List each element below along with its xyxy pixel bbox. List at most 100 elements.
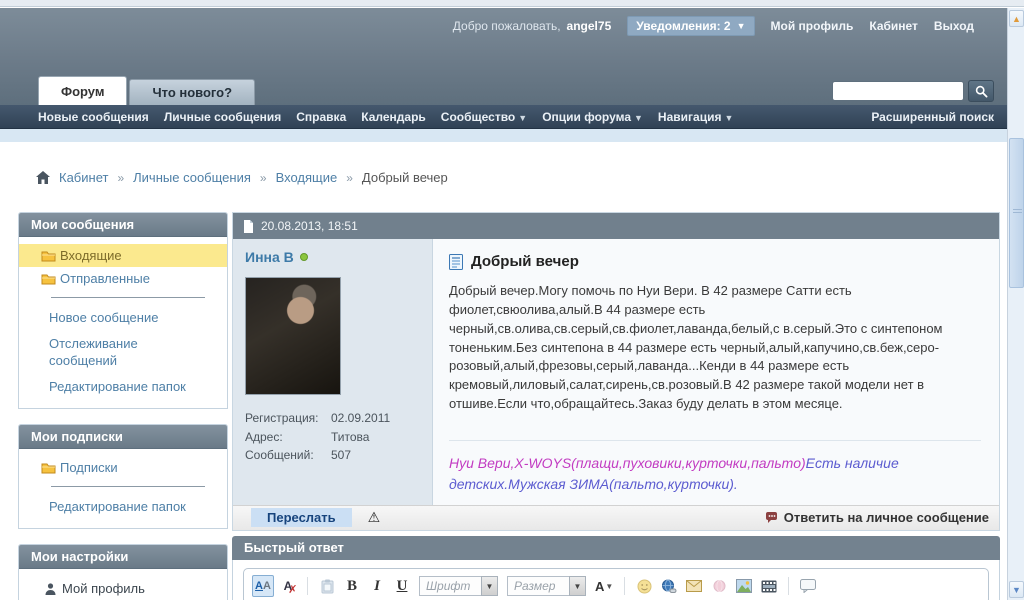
- forward-button[interactable]: Переслать: [251, 508, 352, 528]
- quote-icon[interactable]: [797, 575, 819, 597]
- author-name-row: Инна В: [245, 249, 420, 265]
- font-color-button[interactable]: A ▼: [592, 575, 616, 597]
- message-action-bar: Переслать ⚠ Ответить на личное сообщение: [233, 504, 999, 530]
- message-row: Инна В Регистрация: 02.09.2011 Адрес: Тито…: [233, 239, 999, 505]
- sidebar-block-title: Мои подписки: [19, 425, 227, 449]
- sidebar-item-inbox[interactable]: Входящие: [19, 244, 227, 267]
- breadcrumb-inbox[interactable]: Входящие: [276, 170, 338, 185]
- forum-private-message-page: Добро пожаловать, angel75 Уведомления: 2…: [0, 0, 1024, 600]
- scrollbar-grip: [1013, 209, 1022, 215]
- sidebar-item-sent-label: Отправленные: [60, 271, 150, 286]
- sidebar-link-message-tracking[interactable]: Отслеживание сообщений: [19, 331, 169, 374]
- chevron-down-icon: ▼: [634, 112, 643, 123]
- insert-link-icon[interactable]: [658, 575, 680, 597]
- editor-toolbar: AA A ✗ B I U Шрифт ▼ Размер ▼ A ▼: [252, 575, 980, 597]
- breadcrumb: Кабинет » Личные сообщения » Входящие » …: [36, 170, 448, 185]
- sidebar-link-edit-folders[interactable]: Редактирование папок: [19, 494, 227, 520]
- header-bottom-strip: [0, 129, 1024, 142]
- message-title: Добрый вечер: [471, 253, 579, 270]
- reply-editor[interactable]: AA A ✗ B I U Шрифт ▼ Размер ▼ A ▼: [243, 568, 989, 600]
- sidebar-link-edit-folders[interactable]: Редактирование папок: [19, 374, 227, 400]
- breadcrumb-cabinet[interactable]: Кабинет: [59, 170, 108, 185]
- insert-email-icon[interactable]: [683, 575, 705, 597]
- quick-reply-title: Быстрый ответ: [232, 536, 1000, 560]
- breadcrumb-separator: »: [346, 170, 353, 185]
- font-select-label: Шрифт: [419, 576, 481, 596]
- unlink-icon[interactable]: [708, 575, 730, 597]
- remove-format-button[interactable]: A ✗: [277, 575, 299, 597]
- smiley-icon[interactable]: [633, 575, 655, 597]
- sidebar-item-subscriptions[interactable]: Подписки: [19, 456, 227, 479]
- tab-forum[interactable]: Форум: [38, 76, 128, 105]
- search-button[interactable]: [968, 80, 994, 102]
- reply-link[interactable]: Ответить на личное сообщение: [763, 510, 989, 525]
- breadcrumb-separator: »: [259, 170, 267, 185]
- nav-help[interactable]: Справка: [296, 110, 346, 124]
- main-tabs: Форум Что нового?: [38, 76, 257, 105]
- scrollbar-thumb[interactable]: [1009, 138, 1024, 288]
- italic-button[interactable]: I: [366, 575, 388, 597]
- message-title-row: Добрый вечер: [449, 253, 981, 270]
- sidebar-link-new-message[interactable]: Новое сообщение: [19, 305, 227, 331]
- paste-icon[interactable]: [316, 575, 338, 597]
- size-select[interactable]: Размер ▼: [507, 576, 586, 596]
- insert-image-icon[interactable]: [733, 575, 755, 597]
- message-page-icon: [449, 253, 463, 270]
- nav-community-dropdown[interactable]: Сообщество ▼: [441, 110, 527, 124]
- breadcrumb-private-messages[interactable]: Личные сообщения: [133, 170, 251, 185]
- tab-whats-new[interactable]: Что нового?: [129, 79, 256, 105]
- sidebar-item-sent[interactable]: Отправленные: [19, 267, 227, 290]
- vertical-scrollbar[interactable]: ▲ ▼: [1007, 8, 1024, 600]
- nav-navigation-dropdown[interactable]: Навигация ▼: [658, 110, 733, 124]
- reply-bubble-icon: [763, 511, 778, 524]
- search-area: [832, 80, 994, 102]
- sidebar-item-my-profile-label: Мой профиль: [62, 581, 145, 597]
- scroll-down-icon[interactable]: ▼: [1009, 581, 1024, 598]
- folder-icon: [41, 250, 56, 262]
- report-warning-icon[interactable]: ⚠: [368, 509, 381, 526]
- online-status-icon: [299, 253, 308, 261]
- sidebar-item-my-profile[interactable]: Мой профиль: [19, 576, 227, 600]
- font-select[interactable]: Шрифт ▼: [419, 576, 498, 596]
- bold-button[interactable]: B: [341, 575, 363, 597]
- advanced-search-link[interactable]: Расширенный поиск: [871, 110, 994, 124]
- cabinet-link[interactable]: Кабинет: [869, 19, 918, 33]
- sidebar-block-my-settings: Мои настройки Мой профиль Редактировать …: [18, 544, 228, 600]
- posts-label: Сообщений:: [245, 448, 314, 463]
- search-input[interactable]: [832, 81, 964, 101]
- sidebar-block-my-subscriptions: Мои подписки Подписки Редактирование пап…: [18, 424, 228, 530]
- sidebar-block-my-messages: Мои сообщения Входящие Отправленные Ново…: [18, 212, 228, 409]
- nav-navigation-label: Навигация: [657, 109, 722, 124]
- folder-icon: [41, 273, 56, 285]
- underline-button[interactable]: U: [391, 575, 413, 597]
- folder-icon: [41, 462, 56, 474]
- reply-link-label: Ответить на личное сообщение: [783, 510, 989, 526]
- signature-part1: Нуи Вери,X-WOYS(плащи,пуховики,курточки,…: [449, 454, 806, 471]
- notifications-button[interactable]: Уведомления: 2 ▼: [627, 16, 755, 36]
- author-column: Инна В Регистрация: 02.09.2011 Адрес: Тито…: [233, 239, 433, 505]
- insert-video-icon[interactable]: [758, 575, 780, 597]
- nav-private-messages[interactable]: Личные сообщения: [164, 110, 281, 124]
- avatar[interactable]: [245, 277, 341, 395]
- sidebar-block-title: Мои настройки: [19, 545, 227, 570]
- chevron-down-icon: ▼: [724, 112, 734, 123]
- site-header: Добро пожаловать, angel75 Уведомления: 2…: [0, 8, 1024, 105]
- home-icon[interactable]: [36, 171, 50, 184]
- toggle-editor-mode-button[interactable]: AA: [252, 575, 274, 597]
- author-name-link[interactable]: Инна В: [245, 249, 294, 265]
- toolbar-separator: [307, 577, 308, 595]
- nav-forum-options-dropdown[interactable]: Опции форума ▼: [542, 110, 643, 124]
- profile-link[interactable]: Мой профиль: [771, 19, 854, 33]
- message-date-bar: 20.08.2013, 18:51: [233, 213, 999, 239]
- navigation-bar: Новые сообщения Личные сообщения Справка…: [0, 105, 1024, 129]
- address-value: Титова: [331, 429, 370, 444]
- chevron-down-icon: ▼: [481, 576, 498, 596]
- logout-link[interactable]: Выход: [934, 19, 974, 33]
- scroll-up-icon[interactable]: ▲: [1009, 10, 1024, 27]
- nav-calendar[interactable]: Календарь: [361, 110, 426, 124]
- signature: Нуи Вери,X-WOYS(плащи,пуховики,курточки,…: [449, 439, 981, 495]
- person-icon: [45, 583, 56, 595]
- document-icon: [243, 219, 254, 233]
- quick-reply-panel: Быстрый ответ AA A ✗ B I U Шрифт ▼ Разме…: [232, 536, 1000, 600]
- nav-new-messages[interactable]: Новые сообщения: [38, 110, 149, 124]
